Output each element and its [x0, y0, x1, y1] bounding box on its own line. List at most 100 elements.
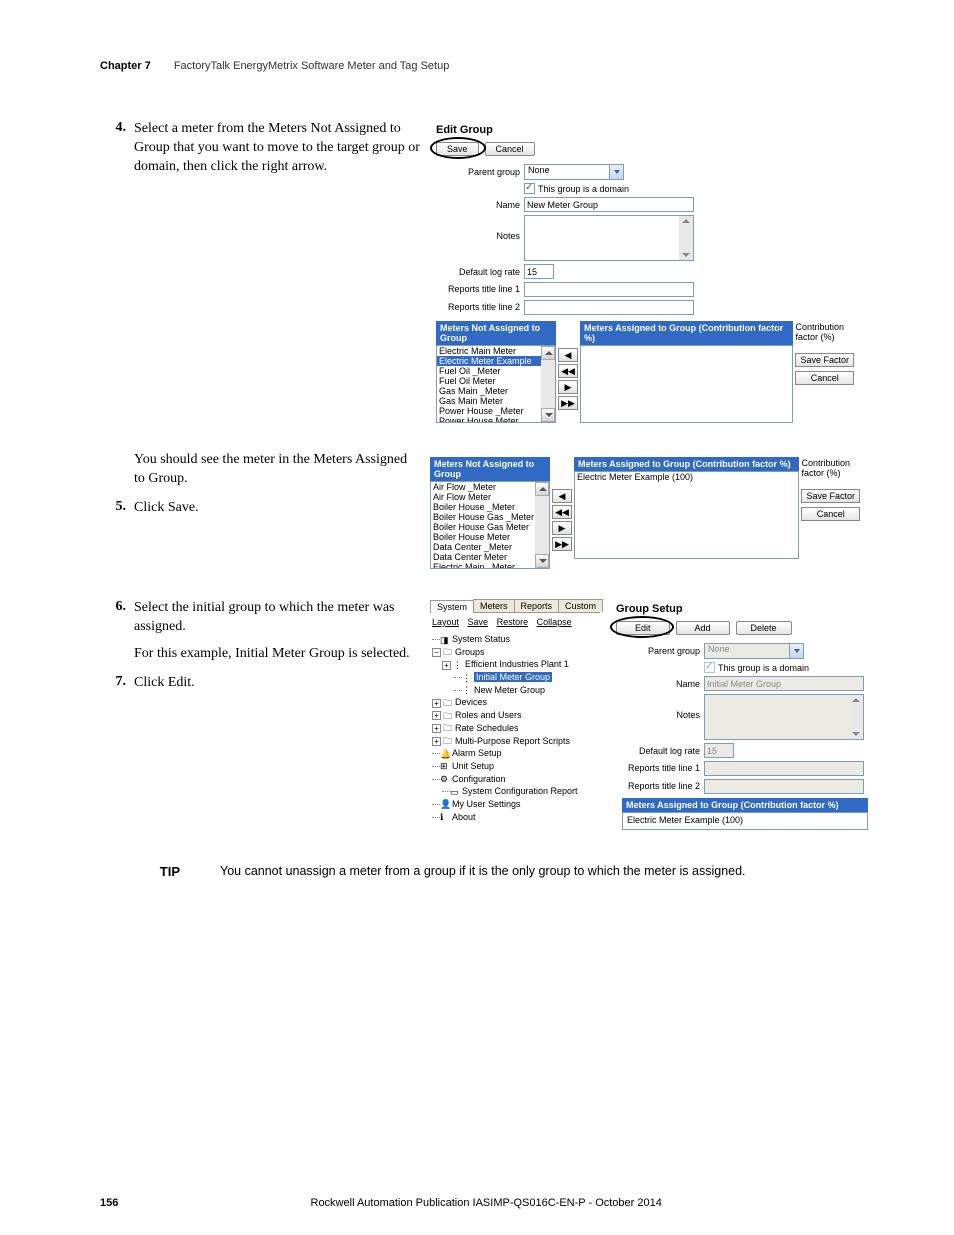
- not-assigned-list[interactable]: Electric Main Meter Electric Meter Examp…: [436, 345, 556, 423]
- list-item: Electric Meter Example (100): [625, 815, 865, 825]
- list-item[interactable]: Boiler House Meter: [431, 532, 549, 542]
- not-assigned-list-2[interactable]: Air Flow _Meter Air Flow Meter Boiler Ho…: [430, 481, 550, 569]
- list-item[interactable]: Air Flow _Meter: [431, 482, 549, 492]
- expand-icon[interactable]: +: [432, 711, 441, 720]
- assigned-header: Meters Assigned to Group (Contribution f…: [580, 321, 793, 345]
- status-icon: ◨: [440, 634, 450, 646]
- list-item[interactable]: Boiler House _Meter: [431, 502, 549, 512]
- list-item[interactable]: Gas Main _Meter: [437, 386, 555, 396]
- add-button[interactable]: Add: [676, 621, 730, 635]
- save-factor-button[interactable]: Save Factor: [795, 353, 854, 367]
- group-setup-title: Group Setup: [616, 603, 868, 615]
- folder-icon: 🗀: [443, 722, 453, 734]
- delete-button[interactable]: Delete: [736, 621, 792, 635]
- save-button[interactable]: Save: [436, 142, 479, 156]
- group-setup-screenshot: Group Setup Edit Add Delete Parent group…: [610, 599, 874, 834]
- cancel-factor-button[interactable]: Cancel: [795, 371, 854, 385]
- not-assigned-header-2: Meters Not Assigned to Group: [430, 457, 550, 481]
- tree-alarm-setup[interactable]: Alarm Setup: [452, 748, 502, 758]
- step-6-num: 6.: [100, 599, 126, 615]
- list-item[interactable]: Fuel Oil _Meter: [437, 366, 555, 376]
- save-factor-button[interactable]: Save Factor: [801, 489, 860, 503]
- notes-textarea[interactable]: [524, 215, 694, 261]
- list-item[interactable]: Fuel Oil Meter: [437, 376, 555, 386]
- unit-icon: ⊞: [440, 760, 450, 772]
- tree-initial-group[interactable]: Initial Meter Group: [474, 672, 552, 682]
- restore-link[interactable]: Restore: [497, 617, 529, 627]
- list-item[interactable]: Electric Main _Meter: [431, 562, 549, 569]
- gs-rtl1-input: [704, 761, 864, 776]
- edit-button[interactable]: Edit: [616, 621, 670, 635]
- move-right-button[interactable]: ▶: [558, 380, 578, 394]
- name-input[interactable]: [524, 197, 694, 212]
- tab-custom[interactable]: Custom: [558, 599, 603, 612]
- move-left-button[interactable]: ◀: [552, 489, 572, 503]
- tree-multi-purpose[interactable]: Multi-Purpose Report Scripts: [455, 736, 570, 746]
- collapse-icon[interactable]: −: [432, 648, 441, 657]
- step-6-text: Select the initial group to which the me…: [134, 599, 420, 637]
- tree-sys-config-report[interactable]: System Configuration Report: [462, 786, 578, 796]
- domain-checkbox[interactable]: [524, 183, 535, 194]
- list-item[interactable]: Power House Meter: [437, 416, 555, 423]
- list-item[interactable]: Electric Meter Example (100): [575, 472, 798, 482]
- expand-icon[interactable]: +: [432, 724, 441, 733]
- list-item[interactable]: Electric Main Meter: [437, 346, 555, 356]
- move-all-right-button[interactable]: ▶▶: [558, 396, 578, 410]
- tree-unit-setup[interactable]: Unit Setup: [452, 761, 494, 771]
- tree-about[interactable]: About: [452, 812, 476, 822]
- list-item[interactable]: Power House _Meter: [437, 406, 555, 416]
- rtl1-input[interactable]: [524, 282, 694, 297]
- tree-roles-users[interactable]: Roles and Users: [455, 710, 522, 720]
- step-6-example: For this example, Initial Meter Group is…: [134, 645, 420, 664]
- tree-devices[interactable]: Devices: [455, 697, 487, 707]
- layout-link[interactable]: Layout: [432, 617, 459, 627]
- list-item[interactable]: Electric Meter Example: [437, 356, 555, 366]
- rtl1-label: Reports title line 1: [442, 285, 524, 294]
- edit-group-screenshot-1: Edit Group Save Cancel Parent group None…: [430, 120, 860, 427]
- tip-label: TIP: [100, 864, 180, 879]
- list-item[interactable]: Boiler House Gas Meter: [431, 522, 549, 532]
- list-item[interactable]: Data Center _Meter: [431, 542, 549, 552]
- tree-new-group[interactable]: New Meter Group: [474, 685, 545, 695]
- edit-group-screenshot-2: Meters Not Assigned to Group Air Flow _M…: [430, 457, 860, 569]
- expand-icon[interactable]: +: [432, 737, 441, 746]
- tree-rate-schedules[interactable]: Rate Schedules: [455, 723, 519, 733]
- tab-system[interactable]: System: [430, 600, 474, 613]
- nav-tree-screenshot: System Meters Reports Custom Layout Save…: [430, 599, 600, 834]
- default-log-rate-label: Default log rate: [442, 267, 524, 277]
- rtl2-input[interactable]: [524, 300, 694, 315]
- list-item[interactable]: Gas Main Meter: [437, 396, 555, 406]
- folder-icon: 🗀: [443, 710, 453, 722]
- edit-group-title: Edit Group: [436, 124, 854, 136]
- cancel-factor-button[interactable]: Cancel: [801, 507, 860, 521]
- move-right-button[interactable]: ▶: [552, 521, 572, 535]
- tree-system-status[interactable]: System Status: [452, 634, 510, 644]
- default-log-rate-input[interactable]: [524, 264, 554, 279]
- assigned-list-2[interactable]: Electric Meter Example (100): [574, 471, 799, 559]
- move-all-left-button[interactable]: ◀◀: [558, 364, 578, 378]
- cancel-button[interactable]: Cancel: [485, 142, 535, 156]
- tab-reports[interactable]: Reports: [514, 599, 560, 612]
- parent-group-select[interactable]: None: [524, 164, 624, 180]
- move-left-button[interactable]: ◀: [558, 348, 578, 362]
- list-item[interactable]: Air Flow Meter: [431, 492, 549, 502]
- list-item[interactable]: Boiler House Gas _Meter: [431, 512, 549, 522]
- gs-parent-group-select: None: [704, 643, 804, 659]
- gs-dlr-label: Default log rate: [622, 746, 704, 756]
- dropdown-icon: [609, 165, 623, 179]
- expand-icon[interactable]: +: [442, 661, 451, 670]
- expand-icon[interactable]: +: [432, 699, 441, 708]
- tab-meters[interactable]: Meters: [473, 599, 515, 612]
- assigned-list[interactable]: [580, 345, 793, 423]
- move-all-left-button[interactable]: ◀◀: [552, 505, 572, 519]
- move-all-right-button[interactable]: ▶▶: [552, 537, 572, 551]
- tree-plant[interactable]: Efficient Industries Plant 1: [465, 659, 569, 669]
- tree-groups[interactable]: Groups: [455, 647, 485, 657]
- step-4-result: You should see the meter in the Meters A…: [134, 451, 420, 489]
- parent-group-label: Parent group: [442, 167, 524, 177]
- collapse-link[interactable]: Collapse: [537, 617, 572, 627]
- tree-user-settings[interactable]: My User Settings: [452, 799, 521, 809]
- tree-configuration[interactable]: Configuration: [452, 774, 506, 784]
- save-link[interactable]: Save: [468, 617, 489, 627]
- list-item[interactable]: Data Center Meter: [431, 552, 549, 562]
